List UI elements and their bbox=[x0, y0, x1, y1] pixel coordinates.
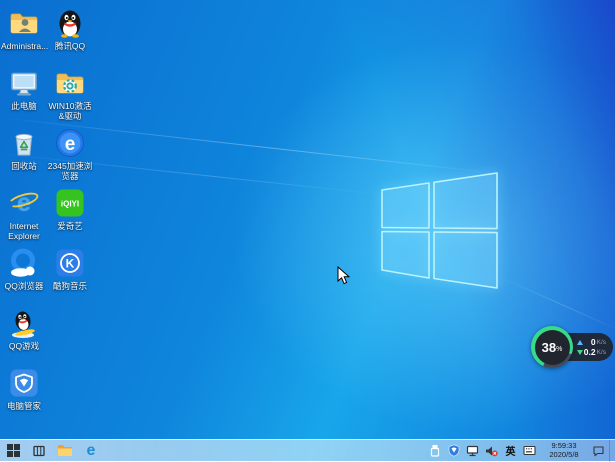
taskbar-clock[interactable]: 9:59:33 2020/5/8 bbox=[540, 442, 588, 459]
this-pc-icon bbox=[7, 66, 41, 100]
task-view-icon bbox=[32, 445, 46, 457]
speed-monitor-widget[interactable]: 0 K/s 0.2 K/s 38 % bbox=[531, 326, 615, 370]
iqiyi-icon: iQIYI bbox=[53, 186, 87, 220]
gauge-percent: 38 bbox=[542, 340, 556, 355]
upload-row: 0 K/s bbox=[577, 338, 606, 347]
recycle-bin-icon bbox=[7, 126, 41, 160]
icon-label: 爱奇艺 bbox=[47, 221, 93, 231]
network-tray-icon[interactable] bbox=[464, 440, 481, 462]
icon-label: 酷狗音乐 bbox=[47, 281, 93, 291]
iqiyi-glyph: iQIYI bbox=[61, 200, 79, 209]
desktop-icon-internet-explorer[interactable]: e Internet Explorer bbox=[1, 186, 47, 241]
2345-browser-icon: e bbox=[53, 126, 87, 160]
icon-label: 腾讯QQ bbox=[47, 41, 93, 51]
windows-logo bbox=[380, 170, 499, 290]
gauge-percent-symbol: % bbox=[556, 346, 562, 353]
download-row: 0.2 K/s bbox=[577, 348, 606, 357]
icon-label: Administra... bbox=[1, 41, 47, 51]
show-desktop-button[interactable] bbox=[609, 440, 614, 462]
action-center-icon bbox=[592, 445, 605, 457]
desktop-icon-this-pc[interactable]: 此电脑 bbox=[1, 66, 47, 111]
2345-glyph: e bbox=[65, 134, 76, 155]
icon-label: 回收站 bbox=[1, 161, 47, 171]
windows-start-icon bbox=[7, 444, 20, 457]
administrator-folder-icon bbox=[7, 6, 41, 40]
qq-browser-icon bbox=[7, 246, 41, 280]
qq-games-icon bbox=[7, 306, 41, 340]
upload-unit: K/s bbox=[597, 338, 606, 347]
icon-label: WIN10激活&驱动 bbox=[47, 101, 93, 121]
download-arrow-icon bbox=[577, 350, 583, 355]
win10-activation-folder-icon bbox=[53, 66, 87, 100]
desktop-icon-qq-games[interactable]: QQ游戏 bbox=[1, 306, 47, 351]
clock-date: 2020/5/8 bbox=[544, 451, 584, 460]
desktop-icon-2345-browser[interactable]: e 2345加速浏览器 bbox=[47, 126, 93, 181]
file-explorer-icon bbox=[57, 444, 73, 457]
usb-device-tray-icon[interactable] bbox=[426, 440, 443, 462]
system-tray: 英 9:59:33 2020/5/8 bbox=[426, 440, 615, 462]
desktop-icon-tencent-qq[interactable]: 腾讯QQ bbox=[47, 6, 93, 51]
action-center-button[interactable] bbox=[590, 440, 607, 462]
file-explorer-button[interactable] bbox=[52, 440, 78, 462]
tencent-qq-icon bbox=[53, 6, 87, 40]
edge-icon: e bbox=[87, 443, 96, 459]
kugou-glyph: K bbox=[66, 257, 75, 271]
ime-label: 英 bbox=[506, 443, 516, 458]
upload-value: 0 bbox=[591, 338, 596, 347]
icon-label: 此电脑 bbox=[1, 101, 47, 111]
touch-keyboard-tray-icon[interactable] bbox=[521, 440, 538, 462]
desktop-icon-recycle-bin[interactable]: 回收站 bbox=[1, 126, 47, 171]
upload-arrow-icon bbox=[577, 340, 583, 345]
ime-language-indicator[interactable]: 英 bbox=[502, 440, 519, 462]
taskbar: e bbox=[0, 439, 615, 461]
volume-muted-tray-icon[interactable] bbox=[483, 440, 500, 462]
pc-manager-tray-icon[interactable] bbox=[445, 440, 462, 462]
gauge-face: 38 % bbox=[535, 330, 570, 365]
icon-label: Internet Explorer bbox=[1, 221, 47, 241]
icon-label: QQ游戏 bbox=[1, 341, 47, 351]
memory-usage-gauge[interactable]: 38 % bbox=[531, 326, 573, 368]
desktop-icon-kugou-music[interactable]: K 酷狗音乐 bbox=[47, 246, 93, 291]
task-view-button[interactable] bbox=[26, 440, 52, 462]
desktop-icon-administrator[interactable]: Administra... bbox=[1, 6, 47, 51]
mouse-cursor bbox=[337, 266, 350, 285]
download-unit: K/s bbox=[597, 348, 606, 357]
desktop-icon-iqiyi[interactable]: iQIYI 爱奇艺 bbox=[47, 186, 93, 231]
pc-manager-icon bbox=[7, 366, 41, 400]
desktop-icon-qq-browser[interactable]: QQ浏览器 bbox=[1, 246, 47, 291]
edge-browser-button[interactable]: e bbox=[78, 440, 104, 462]
icon-label: QQ浏览器 bbox=[1, 281, 47, 291]
desktop-icon-pc-manager[interactable]: 电脑管家 bbox=[1, 366, 47, 411]
internet-explorer-icon: e bbox=[7, 186, 41, 220]
desktop-icon-win10-activation[interactable]: WIN10激活&驱动 bbox=[47, 66, 93, 121]
start-button[interactable] bbox=[0, 440, 26, 462]
icon-label: 2345加速浏览器 bbox=[47, 161, 93, 181]
kugou-music-icon: K bbox=[53, 246, 87, 280]
icon-label: 电脑管家 bbox=[1, 401, 47, 411]
download-value: 0.2 bbox=[584, 348, 596, 357]
